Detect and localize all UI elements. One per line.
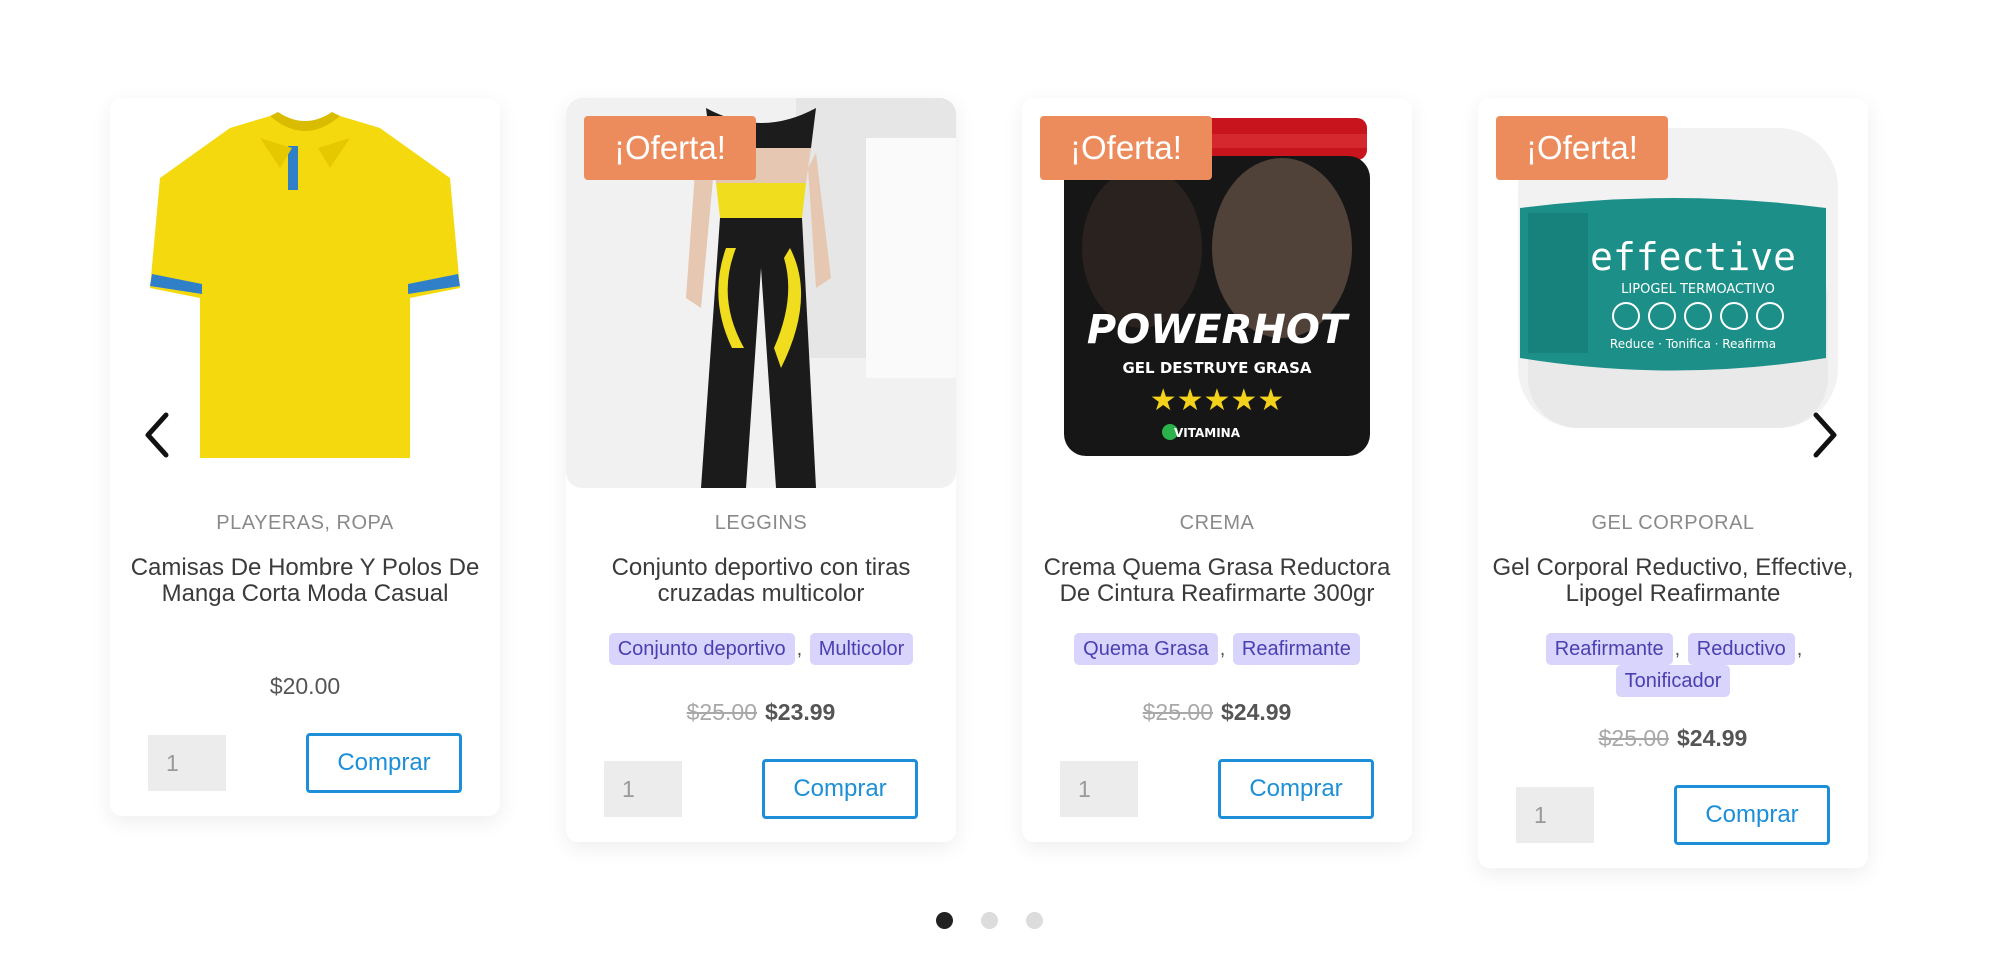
product-tags: Reafirmante, Reductivo, Tonificador	[1492, 633, 1854, 697]
product-tags: Conjunto deportivo, Multicolor	[580, 633, 942, 665]
product-title[interactable]: Conjunto deportivo con tiras cruzadas mu…	[576, 555, 946, 607]
sale-badge: ¡Oferta!	[1496, 116, 1668, 180]
quantity-input[interactable]: 1	[1060, 761, 1138, 817]
product-tag[interactable]: Conjunto deportivo	[608, 633, 795, 665]
power-hot-stars: ★★★★★	[1150, 383, 1284, 418]
product-category[interactable]: CREMA	[1022, 512, 1412, 535]
quantity-input[interactable]: 1	[1516, 787, 1594, 843]
quantity-input[interactable]: 1	[148, 735, 226, 791]
old-price: $25.00	[1598, 725, 1669, 751]
effective-brand: effective	[1590, 235, 1796, 279]
sale-badge: ¡Oferta!	[584, 116, 756, 180]
product-card: POWERHOT GEL DESTRUYE GRASA ★★★★★ VITAMI…	[1022, 98, 1412, 842]
current-price: $20.00	[269, 673, 341, 699]
product-title[interactable]: Gel Corporal Reductivo, Effective, Lipog…	[1488, 555, 1858, 607]
old-price: $25.00	[1142, 699, 1213, 725]
product-category[interactable]: PLAYERAS, ROPA	[110, 512, 500, 535]
product-tags: Quema Grasa, Reafirmante	[1036, 633, 1398, 665]
product-category[interactable]: GEL CORPORAL	[1478, 512, 1868, 535]
power-hot-brand: POWERHOT	[1087, 307, 1350, 353]
current-price: $24.99	[1221, 699, 1292, 725]
buy-button[interactable]: Comprar	[1218, 759, 1374, 819]
product-tag[interactable]: Reafirmante	[1545, 633, 1673, 665]
carousel-prev-button[interactable]	[134, 405, 182, 465]
product-tag[interactable]: Reafirmante	[1232, 633, 1360, 665]
product-title[interactable]: Crema Quema Grasa Reductora De Cintura R…	[1032, 555, 1402, 607]
product-price: $25.00 $24.99	[1022, 699, 1412, 726]
quantity-input[interactable]: 1	[604, 761, 682, 817]
product-category[interactable]: LEGGINS	[566, 512, 956, 535]
product-price: $25.00 $23.99	[566, 699, 956, 726]
power-hot-vit: VITAMINA	[1174, 426, 1241, 440]
product-tag[interactable]: Reductivo	[1687, 633, 1795, 665]
sale-badge: ¡Oferta!	[1040, 116, 1212, 180]
old-price: $25.00	[686, 699, 757, 725]
product-card: ¡Oferta! LEGGINS Conjunto deportivo con …	[566, 98, 956, 842]
product-price: $20.00	[110, 673, 500, 700]
buy-button[interactable]: Comprar	[306, 733, 462, 793]
effective-line: Reduce · Tonifica · Reafirma	[1610, 337, 1776, 351]
buy-button[interactable]: Comprar	[762, 759, 918, 819]
product-card: effective LIPOGEL TERMOACTIVO Reduce · T…	[1478, 98, 1868, 868]
carousel-next-button[interactable]	[1800, 405, 1848, 465]
pagination-dot[interactable]	[936, 912, 953, 929]
product-title[interactable]: Camisas De Hombre Y Polos De Manga Corta…	[120, 555, 490, 607]
effective-sub: LIPOGEL TERMOACTIVO	[1621, 282, 1775, 297]
current-price: $23.99	[765, 699, 836, 725]
product-tag[interactable]: Tonificador	[1615, 665, 1731, 697]
product-tag[interactable]: Quema Grasa	[1074, 633, 1218, 665]
pagination-dot[interactable]	[981, 912, 998, 929]
product-tag[interactable]: Multicolor	[809, 633, 914, 665]
pagination-dot[interactable]	[1026, 912, 1043, 929]
product-price: $25.00 $24.99	[1478, 725, 1868, 752]
buy-button[interactable]: Comprar	[1674, 785, 1830, 845]
product-carousel: PLAYERAS, ROPA Camisas De Hombre Y Polos…	[0, 0, 2002, 977]
current-price: $24.99	[1677, 725, 1748, 751]
chevron-right-icon	[1813, 412, 1837, 458]
chevron-left-icon	[145, 412, 169, 458]
power-hot-sub: GEL DESTRUYE GRASA	[1122, 359, 1311, 377]
